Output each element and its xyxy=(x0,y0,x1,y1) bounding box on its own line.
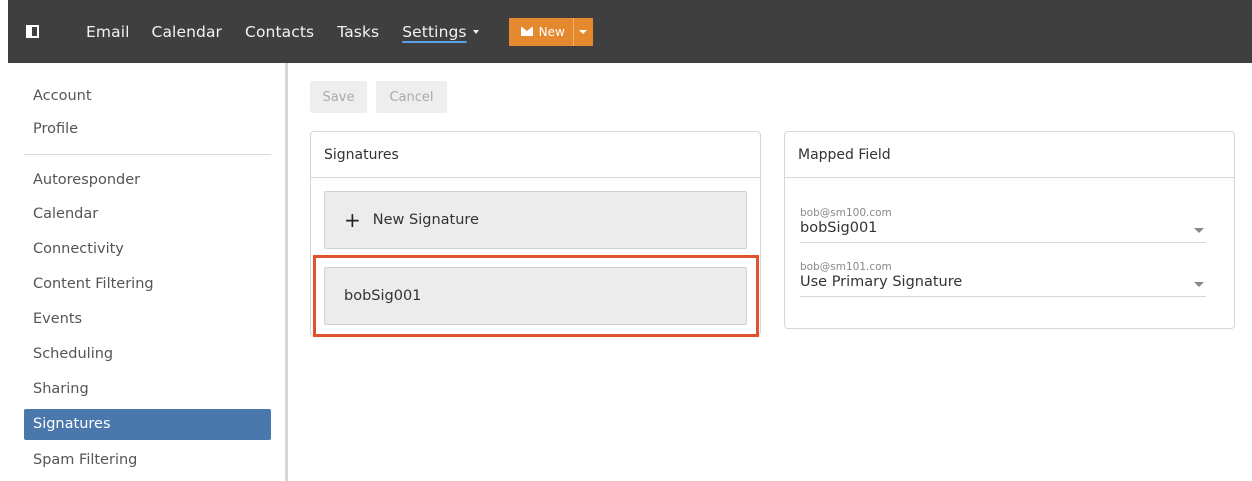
app-window: Email Calendar Contacts Tasks Settings N… xyxy=(0,0,1252,481)
cancel-button[interactable]: Cancel xyxy=(376,81,447,113)
mapped-field-panel-title: Mapped Field xyxy=(785,132,1234,178)
sidebar-item-events[interactable]: Events xyxy=(24,304,271,335)
new-dropdown-button[interactable] xyxy=(572,17,593,46)
main-nav: Email Calendar Contacts Tasks Settings xyxy=(56,0,502,63)
nav-email[interactable]: Email xyxy=(86,23,130,41)
selection-highlight xyxy=(313,255,759,337)
mapped-field-value: bobSig001 xyxy=(800,220,878,236)
sidebar-item-content-filtering[interactable]: Content Filtering xyxy=(24,269,271,300)
chevron-down-icon xyxy=(1194,282,1204,287)
sidebar-divider xyxy=(24,154,271,155)
sidebar-item-signatures[interactable]: Signatures xyxy=(24,409,271,440)
sidebar-item-autoresponder[interactable]: Autoresponder xyxy=(24,165,271,196)
sidebar-toggle-button[interactable] xyxy=(8,0,56,63)
sidebar-item-spam-filtering[interactable]: Spam Filtering xyxy=(24,445,271,476)
panel-toggle-icon xyxy=(25,25,39,38)
plus-icon: + xyxy=(344,208,361,232)
mapped-field-select-1[interactable]: bob@sm100.com bobSig001 xyxy=(800,207,1206,243)
sidebar-item-profile[interactable]: Profile xyxy=(24,114,271,145)
new-button-label: New xyxy=(538,24,565,39)
sidebar-item-connectivity[interactable]: Connectivity xyxy=(24,234,271,265)
mapped-field-panel: Mapped Field bob@sm100.com bobSig001 bob… xyxy=(784,131,1235,329)
mapped-field-select-2[interactable]: bob@sm101.com Use Primary Signature xyxy=(800,261,1206,297)
nav-tasks[interactable]: Tasks xyxy=(337,23,379,41)
sidebar-item-calendar[interactable]: Calendar xyxy=(24,199,271,230)
nav-settings[interactable]: Settings xyxy=(402,22,479,41)
nav-settings-label: Settings xyxy=(402,22,467,41)
new-signature-button[interactable]: + New Signature xyxy=(324,191,747,249)
nav-calendar[interactable]: Calendar xyxy=(152,23,223,41)
settings-sidebar: Account Profile Autoresponder Calendar C… xyxy=(8,63,288,481)
mapped-field-email: bob@sm101.com xyxy=(800,261,892,273)
mapped-field-value: Use Primary Signature xyxy=(800,274,963,290)
chevron-down-icon xyxy=(579,29,588,34)
save-button[interactable]: Save xyxy=(310,81,367,113)
chevron-down-icon xyxy=(1194,228,1204,233)
new-signature-label: New Signature xyxy=(372,212,479,228)
sidebar-item-scheduling[interactable]: Scheduling xyxy=(24,339,271,370)
nav-contacts[interactable]: Contacts xyxy=(245,23,314,41)
envelope-icon xyxy=(520,27,533,36)
new-button-group: New xyxy=(508,17,593,46)
chevron-down-icon xyxy=(472,30,479,34)
top-navigation-bar: Email Calendar Contacts Tasks Settings N… xyxy=(8,0,1252,63)
mapped-field-email: bob@sm100.com xyxy=(800,207,892,219)
sidebar-item-account[interactable]: Account xyxy=(24,81,271,112)
sidebar-item-sharing[interactable]: Sharing xyxy=(24,374,271,405)
signatures-panel-title: Signatures xyxy=(311,132,760,178)
new-button[interactable]: New xyxy=(508,17,573,46)
